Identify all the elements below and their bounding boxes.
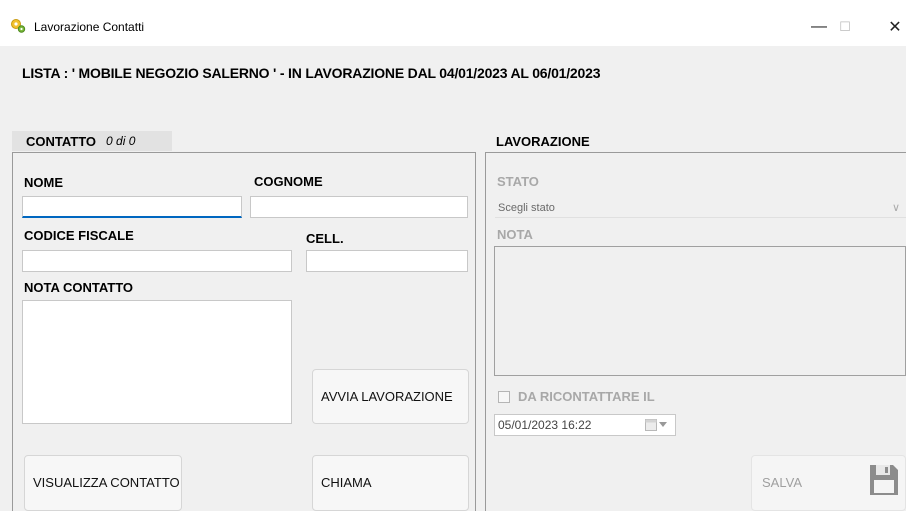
visualizza-contatto-label: VISUALIZZA CONTATTO (33, 475, 180, 490)
close-icon: ✕ (888, 19, 902, 36)
salva-label: SALVA (762, 475, 802, 490)
chevron-down-icon: ∨ (891, 202, 900, 214)
cognome-input[interactable] (250, 196, 468, 218)
stato-select[interactable]: Scegli stato ∨ (495, 198, 906, 218)
contatto-section-label: CONTATTO (26, 133, 97, 149)
list-info-header: LISTA : ' MOBILE NEGOZIO SALERNO ' - IN … (22, 65, 601, 81)
avvia-lavorazione-label: AVVIA LAVORAZIONE (321, 388, 453, 404)
cognome-label: COGNOME (254, 174, 323, 189)
date-value: 05/01/2023 16:22 (498, 418, 592, 432)
ricontattare-date-picker[interactable]: 05/01/2023 16:22 (494, 414, 676, 436)
title-bar: Lavorazione Contatti — ☐ ✕ (0, 0, 906, 46)
stato-selected-value: Scegli stato (498, 201, 555, 214)
contatto-header: CONTATTO 0 di 0 (12, 131, 172, 151)
avvia-lavorazione-button[interactable]: AVVIA LAVORAZIONE (312, 369, 469, 424)
codice-fiscale-label: CODICE FISCALE (24, 228, 134, 243)
nota-lavorazione-label: NOTA (497, 227, 533, 242)
maximize-icon: ☐ (839, 19, 851, 34)
cell-input[interactable] (306, 250, 468, 272)
cell-label: CELL. (306, 231, 344, 246)
stato-label: STATO (497, 174, 539, 189)
contatto-counter: 0 di 0 (106, 134, 136, 148)
nome-input[interactable] (22, 196, 242, 218)
close-button[interactable]: ✕ (872, 10, 906, 44)
chiama-label: CHIAMA (321, 475, 372, 490)
visualizza-contatto-button[interactable]: VISUALIZZA CONTATTO (24, 455, 182, 511)
calendar-icon[interactable] (645, 419, 667, 431)
nota-contatto-label: NOTA CONTATTO (24, 280, 134, 295)
codice-fiscale-input[interactable] (22, 250, 292, 272)
lavorazione-section-label: LAVORAZIONE (496, 134, 590, 149)
ricontattare-label: DA RICONTATTARE IL (518, 389, 655, 404)
floppy-disk-icon (870, 465, 898, 495)
ricontattare-checkbox[interactable] (498, 391, 510, 403)
nota-lavorazione-textarea[interactable] (494, 246, 906, 376)
nota-contatto-textarea[interactable] (22, 300, 292, 424)
nome-label: NOME (24, 175, 63, 190)
window-title: Lavorazione Contatti (34, 20, 145, 34)
app-gear-icon (11, 19, 26, 33)
chiama-button[interactable]: CHIAMA (312, 455, 469, 511)
maximize-button[interactable]: ☐ (822, 10, 868, 44)
